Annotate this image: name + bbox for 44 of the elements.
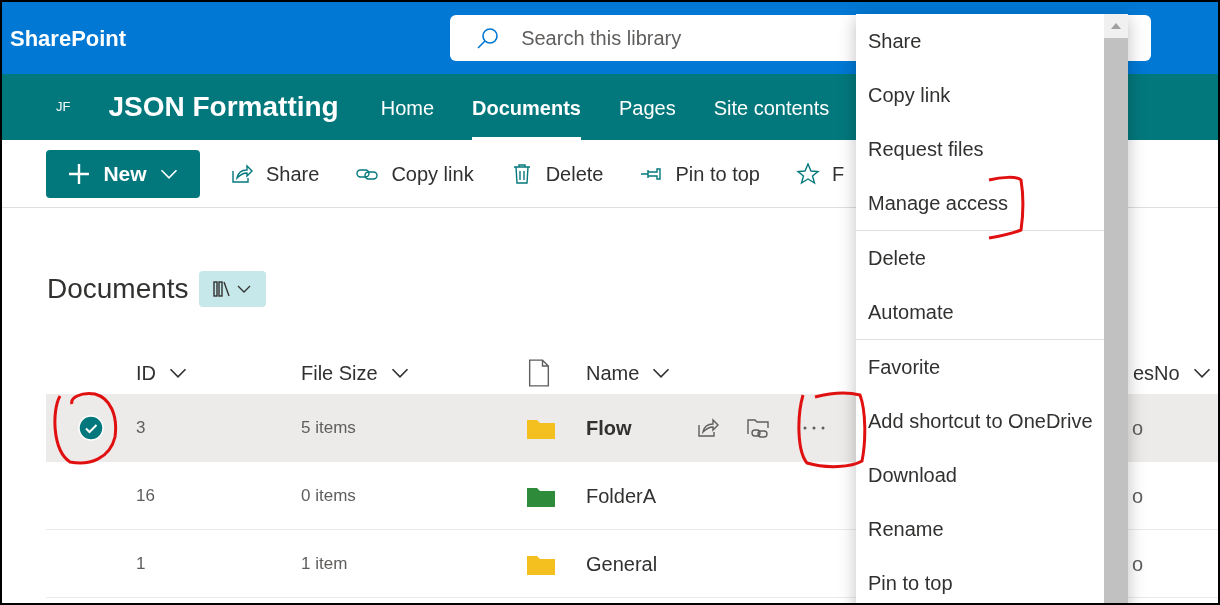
column-header[interactable]: ID: [136, 358, 301, 388]
column-header[interactable]: File Size: [301, 358, 527, 388]
command-button[interactable]: Delete: [509, 158, 604, 189]
view-switcher-button[interactable]: [198, 271, 266, 307]
table-cell-text: 0 items: [301, 484, 357, 507]
menu-item[interactable]: Request files: [856, 122, 1104, 176]
table-cell-text: 1 item: [301, 552, 349, 575]
nav-tab[interactable]: Documents: [472, 74, 581, 140]
plus-icon: [67, 161, 92, 186]
menu-item[interactable]: Copy link: [856, 68, 1104, 122]
file-name-link[interactable]: Flow: [586, 412, 696, 443]
site-initials: JF: [56, 98, 71, 117]
new-button[interactable]: New: [46, 149, 200, 198]
nav-tab[interactable]: Home: [380, 74, 435, 140]
table-cell-text: o: [1132, 483, 1144, 509]
menu-item[interactable]: Add shortcut to OneDrive: [856, 394, 1104, 448]
column-header[interactable]: esNo: [1129, 358, 1212, 388]
app-name[interactable]: SharePoint: [10, 21, 127, 55]
command-button[interactable]: Copy link: [355, 158, 474, 189]
file-name-link[interactable]: General: [586, 548, 696, 579]
menu-item[interactable]: Favorite: [856, 340, 1104, 394]
star-icon: [795, 161, 820, 186]
table-cell-text: 1: [136, 552, 147, 575]
checkmark-icon[interactable]: [78, 414, 104, 441]
search-icon: [476, 26, 501, 50]
table-cell-text: 5 items: [301, 416, 357, 439]
table-cell-text: o: [1132, 551, 1144, 577]
file-type-icon: [527, 359, 551, 387]
column-header[interactable]: Name: [586, 358, 786, 388]
library-title: Documents: [47, 272, 189, 306]
nav-tab[interactable]: Site contents: [713, 74, 830, 140]
table-cell-text: 16: [136, 484, 156, 507]
menu-item[interactable]: Delete: [856, 231, 1104, 285]
file-name-link[interactable]: FolderA: [586, 480, 696, 511]
library-icon: [212, 279, 233, 299]
command-button[interactable]: Pin to top: [639, 158, 760, 189]
site-title[interactable]: JSON Formatting: [108, 86, 339, 128]
command-button[interactable]: Share: [230, 158, 320, 189]
table-cell-text: 3: [136, 416, 147, 439]
table-cell-text: o: [1132, 415, 1144, 441]
menu-item[interactable]: Automate: [856, 285, 1104, 339]
command-button[interactable]: F: [795, 158, 845, 189]
nav-tab[interactable]: Pages: [618, 74, 676, 140]
menu-item[interactable]: Manage access: [856, 176, 1104, 230]
